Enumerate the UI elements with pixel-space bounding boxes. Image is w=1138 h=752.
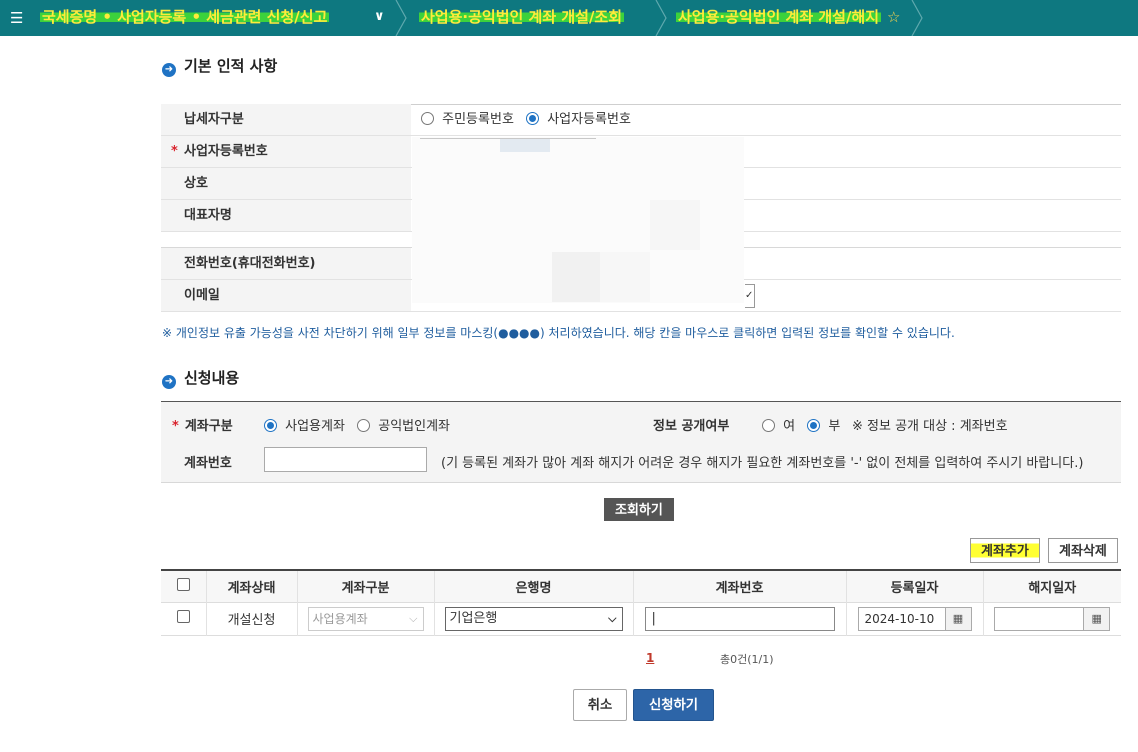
radio-public-account-label: 공익법인계좌 (378, 419, 450, 434)
label-account-type: * 계좌구분 (172, 415, 233, 434)
row-checkbox[interactable] (176, 610, 190, 623)
radio-business-account[interactable] (264, 419, 277, 432)
page-link[interactable]: 1 (646, 651, 654, 665)
section-title-application-text: 신청내용 (184, 369, 240, 387)
application-form: * 계좌구분 사업용계좌 공익법인계좌 정보 공개여부 여 부 ※ 정보 공개 대… (161, 401, 1121, 483)
label-taxpayer-type: 납세자구분 (161, 104, 411, 135)
header-reg-date: 등록일자 (846, 570, 984, 602)
radio-business-account-label: 사업용계좌 (285, 419, 345, 434)
privacy-notice: ※ 개인정보 유출 가능성을 사전 차단하기 위해 일부 정보를 마스킹(●●●… (162, 326, 955, 340)
cancel-button[interactable]: 취소 (573, 689, 627, 721)
cell-select (161, 602, 207, 635)
label-disclose: 정보 공개여부 (653, 419, 730, 434)
chevron-down-icon[interactable]: ∨ (374, 0, 385, 36)
cell-status: 개설신청 (206, 602, 298, 635)
radio-public-account[interactable] (357, 419, 371, 432)
radio-disclose-no-label: 부 (828, 419, 841, 434)
total-count: 총0건(1/1) (720, 653, 774, 666)
taxpayer-type-radio-group: 주민등록번호 사업자등록번호 (421, 104, 631, 135)
radio-business-number-label: 사업자등록번호 (547, 112, 631, 127)
radio-disclose-no[interactable] (807, 419, 821, 432)
required-mark: * (172, 419, 179, 434)
bank-select[interactable]: 기업은행 ⌵ (444, 606, 623, 631)
required-mark: * (171, 144, 178, 159)
label-representative: 대표자명 (161, 200, 411, 231)
submit-button[interactable]: 신청하기 (633, 689, 714, 721)
header-account-number: 계좌번호 (633, 570, 847, 602)
label-business-number-text: 사업자등록번호 (184, 144, 268, 159)
breadcrumb-parent[interactable]: 사업용·공익법인 계좌 개설/조회 (419, 0, 625, 36)
hamburger-menu-icon[interactable]: ☰ (10, 8, 30, 28)
section-title-basic-info: ➜ 기본 인적 사항 (162, 55, 277, 77)
section-title-application: ➜ 신청내용 (162, 367, 239, 389)
breadcrumb-separator-icon (395, 0, 407, 36)
chevron-down-icon: ⌵ (409, 611, 418, 625)
arrow-circle-icon: ➜ (162, 375, 176, 389)
disclose-note: ※ 정보 공개 대상 : 계좌번호 (852, 419, 1008, 434)
radio-resident-number[interactable] (421, 112, 434, 125)
favorite-star-icon[interactable]: ☆ (887, 8, 900, 26)
header-select-all (161, 570, 207, 602)
breadcrumb-separator-icon (911, 0, 923, 36)
table-row: 개설신청 사업용계좌 ⌵ 기업은행 ⌵ | 2024-10-10 ▦ ▦ (161, 602, 1121, 635)
cell-account-type: 사업용계좌 ⌵ (297, 602, 435, 635)
search-button[interactable]: 조회하기 (604, 498, 674, 521)
account-number-input[interactable]: | (644, 606, 835, 631)
arrow-circle-icon: ➜ (162, 63, 176, 77)
account-table: 계좌상태 계좌구분 은행명 계좌번호 등록일자 해지일자 개설신청 사업용계좌 ⌵… (161, 569, 1121, 636)
account-type-select: 사업용계좌 ⌵ (307, 606, 424, 631)
delete-account-button[interactable]: 계좌삭제 (1048, 538, 1118, 563)
masked-block (552, 252, 600, 302)
masked-block (500, 139, 550, 152)
label-company-name: 상호 (161, 168, 411, 199)
label-account-type-text: 계좌구분 (184, 419, 233, 434)
chevron-down-icon: ⌵ (608, 611, 617, 625)
breadcrumb-separator-icon (655, 0, 667, 36)
masked-block (650, 200, 700, 250)
reg-date-field[interactable]: 2024-10-10 ▦ (857, 606, 972, 631)
account-number-search-input[interactable] (264, 447, 427, 472)
label-business-number: * 사업자등록번호 (161, 136, 411, 167)
masked-block (600, 252, 650, 302)
header-close-date: 해지일자 (1028, 580, 1077, 596)
table-header-row: 계좌상태 계좌구분 은행명 계좌번호 등록일자 해지일자 (161, 570, 1121, 602)
radio-business-number[interactable] (526, 112, 540, 125)
calendar-icon[interactable]: ▦ (1083, 607, 1110, 630)
label-email: 이메일 (161, 280, 411, 311)
select-all-checkbox[interactable] (176, 577, 190, 591)
breadcrumb-parent-label: 사업용·공익법인 계좌 개설/조회 (419, 8, 625, 26)
header-status: 계좌상태 (206, 570, 298, 602)
account-type-radio-group: 사업용계좌 공익법인계좌 (264, 415, 450, 434)
top-nav-bar: ☰ 국세증명 • 사업자등록 • 세금관련 신청/신고 ∨ 사업용·공익법인 계… (0, 0, 1138, 36)
header-bank: 은행명 (434, 570, 634, 602)
section-title-basic-info-text: 기본 인적 사항 (184, 57, 278, 75)
close-date-field[interactable]: ▦ (994, 606, 1111, 631)
breadcrumb-category-label: 국세증명 • 사업자등록 • 세금관련 신청/신고 (40, 8, 330, 26)
bank-select-value: 기업은행 (449, 610, 498, 626)
radio-disclose-yes-label: 여 (783, 419, 796, 434)
reg-date-value: 2024-10-10 (864, 611, 935, 626)
disclose-radio-group: 여 부 (762, 415, 840, 434)
account-number-hint: (기 등록된 계좌가 많아 계좌 해지가 어려운 경우 해지가 필요한 계좌번호… (441, 456, 1084, 471)
add-account-button[interactable]: 계좌추가 (970, 538, 1040, 563)
label-phone: 전화번호(휴대전화번호) (161, 248, 411, 279)
cell-account-number: | (633, 602, 847, 635)
cell-close-date: ▦ (983, 602, 1121, 635)
account-type-select-value: 사업용계좌 (312, 611, 368, 626)
cell-bank: 기업은행 ⌵ (434, 602, 634, 635)
breadcrumb-current: 사업용·공익법인 계좌 개설/해지 ☆ (676, 0, 900, 36)
breadcrumb-category[interactable]: 국세증명 • 사업자등록 • 세금관련 신청/신고 (40, 0, 330, 36)
breadcrumb-current-label: 사업용·공익법인 계좌 개설/해지 (676, 8, 882, 26)
radio-resident-number-label: 주민등록번호 (442, 112, 514, 127)
radio-disclose-yes[interactable] (762, 419, 775, 432)
cell-reg-date: 2024-10-10 ▦ (846, 602, 984, 635)
label-account-number: 계좌번호 (184, 456, 232, 471)
calendar-icon[interactable]: ▦ (944, 607, 971, 630)
header-account-type: 계좌구분 (297, 570, 435, 602)
email-domain-select[interactable]: ✓ (745, 284, 755, 308)
row-taxpayer-type: 납세자구분 주민등록번호 사업자등록번호 (161, 104, 1121, 136)
